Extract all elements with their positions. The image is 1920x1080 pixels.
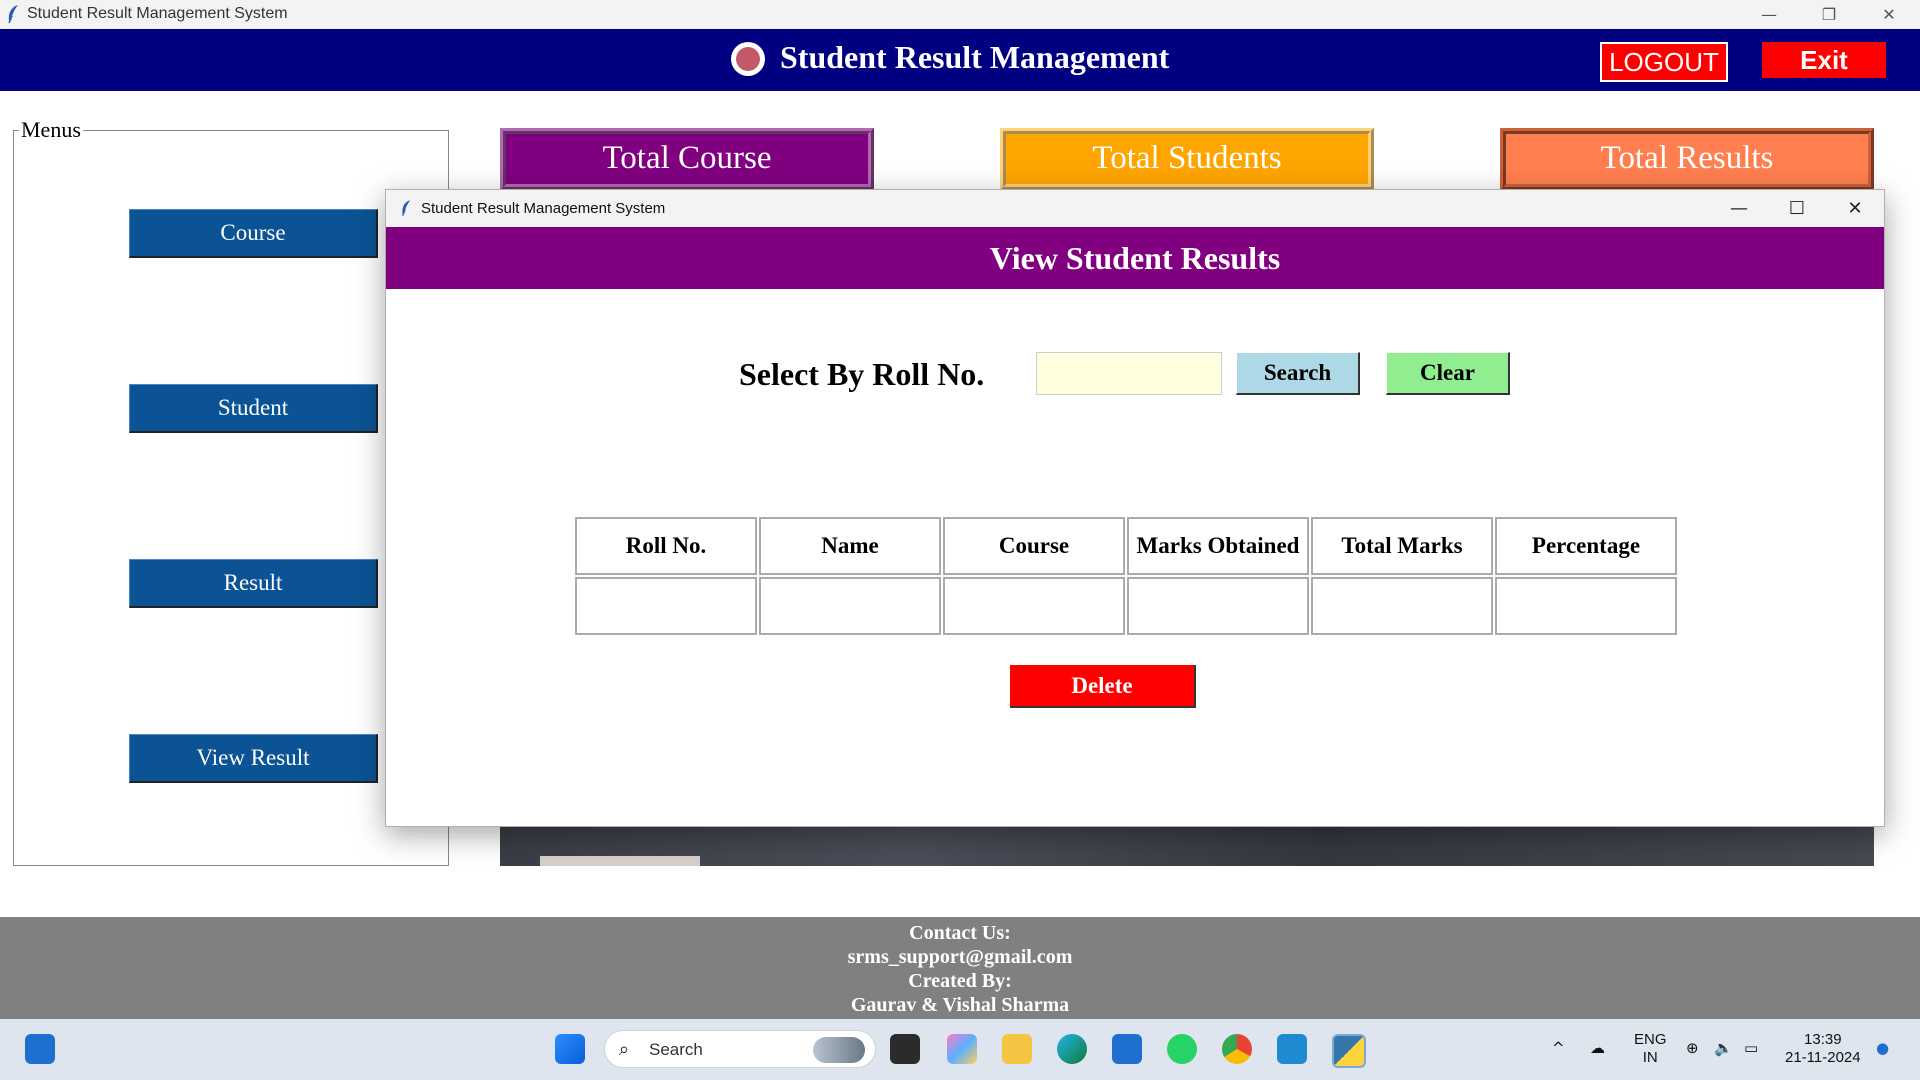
search-icon: ⌕	[619, 1039, 630, 1060]
total-results-card: Total Results [ 2 ]	[1500, 128, 1874, 190]
taskbar: ⌕ Search ^ ☁ ENG IN ⊕ 🔈 ▭ 13:39 21-11-20…	[0, 1019, 1920, 1080]
footer-email: srms_support@gmail.com	[847, 946, 1073, 968]
background-image	[500, 826, 1874, 866]
volume-icon[interactable]: 🔈	[1714, 1039, 1733, 1057]
widgets-icon[interactable]	[25, 1034, 55, 1064]
python-icon[interactable]	[1332, 1034, 1366, 1068]
table-cell	[759, 577, 941, 635]
roll-no-input[interactable]	[1036, 352, 1222, 395]
view-results-dialog: Student Result Management System — ☐ ✕ V…	[385, 189, 1885, 827]
table-row	[575, 577, 1677, 635]
view-result-button[interactable]: View Result	[129, 734, 378, 783]
clock-time: 13:39	[1804, 1031, 1842, 1048]
total-results-label: Total Results	[1600, 140, 1774, 176]
result-button[interactable]: Result	[129, 559, 378, 608]
close-button[interactable]: ✕	[1866, 0, 1912, 29]
course-button[interactable]: Course	[129, 209, 378, 258]
feather-icon	[401, 200, 411, 216]
logout-button[interactable]: LOGOUT	[1600, 42, 1728, 82]
clock-date: 21-11-2024	[1785, 1049, 1861, 1066]
column-header: Percentage	[1495, 517, 1677, 575]
column-header: Course	[943, 517, 1125, 575]
chrome-icon[interactable]	[1222, 1034, 1252, 1064]
notification-bell-icon[interactable]: ●	[1876, 1039, 1889, 1057]
column-header: Marks Obtained	[1127, 517, 1309, 575]
student-button[interactable]: Student	[129, 384, 378, 433]
menus-legend: Menus	[19, 117, 83, 143]
file-explorer-icon[interactable]	[1002, 1034, 1032, 1064]
chalkboard-illustration	[540, 826, 700, 866]
column-header: Name	[759, 517, 941, 575]
start-icon[interactable]	[555, 1034, 585, 1064]
table-cell	[575, 577, 757, 635]
app-title-bar: Student Result Management System — ❐ ✕	[0, 0, 1920, 29]
edge-icon[interactable]	[1057, 1034, 1087, 1064]
dialog-title-bar: Student Result Management System — ☐ ✕	[386, 190, 1884, 227]
whatsapp-icon[interactable]	[1167, 1034, 1197, 1064]
dialog-header: View Student Results	[386, 227, 1884, 289]
table-header-row: Roll No. Name Course Marks Obtained Tota…	[575, 517, 1677, 575]
column-header: Roll No.	[575, 517, 757, 575]
app-title: Student Result Management System	[27, 5, 288, 22]
logo-icon	[731, 42, 765, 76]
battery-icon[interactable]: ▭	[1744, 1039, 1758, 1057]
feather-icon	[8, 5, 18, 24]
total-students-card: Total Students [ 2 ]	[1000, 128, 1374, 190]
language-code: ENG	[1634, 1031, 1667, 1048]
taskbar-search[interactable]: ⌕ Search	[604, 1030, 876, 1068]
app-header: Student Result Management LOGOUT Exit	[0, 29, 1920, 91]
results-table: Roll No. Name Course Marks Obtained Tota…	[573, 515, 1679, 637]
roll-no-label: Select By Roll No.	[739, 356, 985, 392]
taskbar-search-label: Search	[649, 1040, 703, 1059]
delete-button[interactable]: Delete	[1010, 665, 1196, 708]
copilot-icon[interactable]	[947, 1034, 977, 1064]
store-icon[interactable]	[1112, 1034, 1142, 1064]
language-indicator[interactable]: ENG IN	[1634, 1031, 1667, 1067]
region-code: IN	[1642, 1049, 1658, 1066]
table-cell	[1127, 577, 1309, 635]
footer-contact-heading: Contact Us:	[909, 922, 1011, 944]
table-cell	[943, 577, 1125, 635]
search-button[interactable]: Search	[1236, 352, 1360, 395]
total-students-label: Total Students	[1092, 140, 1282, 176]
search-highlight-icon	[813, 1037, 865, 1063]
exit-button[interactable]: Exit	[1762, 42, 1886, 78]
footer: Contact Us: srms_support@gmail.com Creat…	[0, 917, 1920, 1019]
clock[interactable]: 13:39 21-11-2024	[1785, 1031, 1861, 1067]
dialog-title: Student Result Management System	[421, 200, 666, 217]
dialog-close-button[interactable]: ✕	[1826, 190, 1884, 227]
task-view-icon[interactable]	[890, 1034, 920, 1064]
vscode-icon[interactable]	[1277, 1034, 1307, 1064]
restore-button[interactable]: ❐	[1806, 0, 1852, 29]
footer-authors: Gaurav & Vishal Sharma	[850, 994, 1070, 1016]
total-course-card: Total Course [ 1 ]	[500, 128, 874, 190]
minimize-button[interactable]: —	[1746, 0, 1792, 29]
footer-created-heading: Created By:	[908, 970, 1012, 992]
table-cell	[1311, 577, 1493, 635]
app-header-title: Student Result Management	[780, 39, 1170, 75]
menus-frame: Course Student Result View Result	[13, 130, 449, 866]
dialog-minimize-button[interactable]: —	[1710, 190, 1768, 227]
column-header: Total Marks	[1311, 517, 1493, 575]
dialog-maximize-button[interactable]: ☐	[1768, 190, 1826, 227]
onedrive-icon[interactable]: ☁	[1590, 1039, 1605, 1057]
clear-button[interactable]: Clear	[1386, 352, 1510, 395]
total-course-label: Total Course	[602, 140, 772, 176]
network-icon[interactable]: ⊕	[1686, 1039, 1699, 1057]
table-cell	[1495, 577, 1677, 635]
chevron-up-icon[interactable]: ^	[1552, 1039, 1565, 1057]
